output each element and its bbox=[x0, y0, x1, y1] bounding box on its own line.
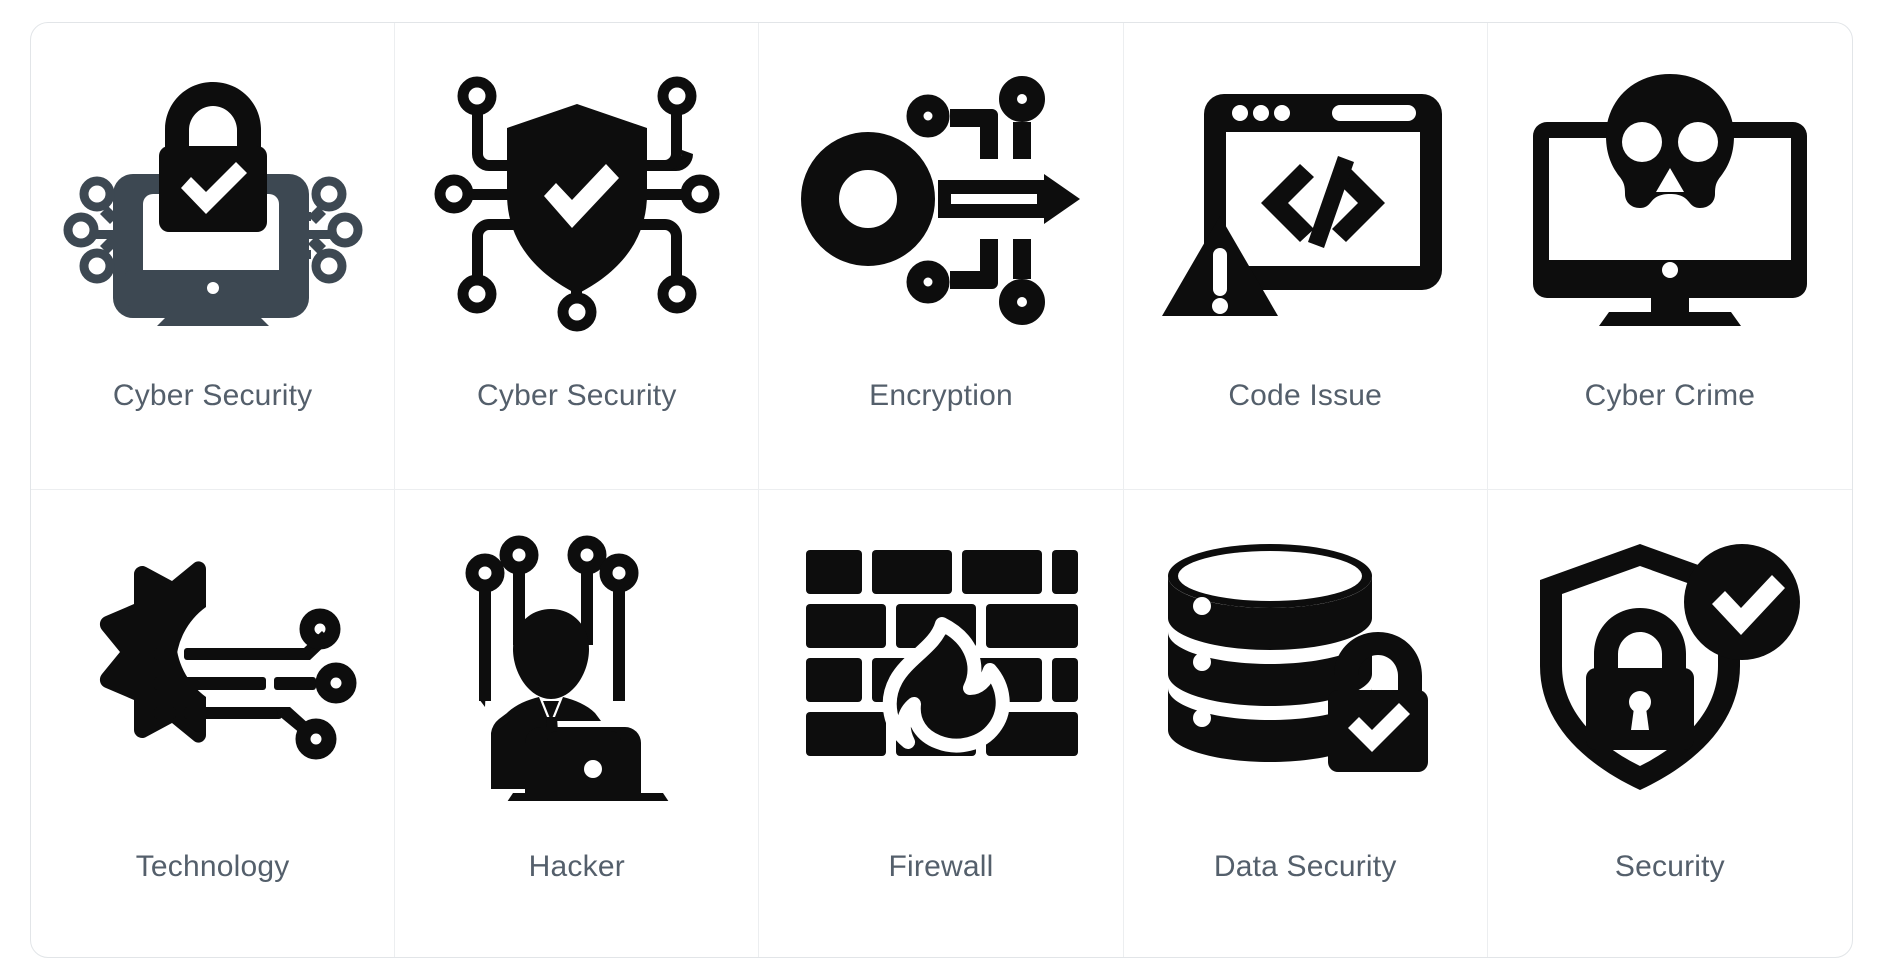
icon-label: Code Issue bbox=[1228, 379, 1383, 412]
icon-cell-cyber-security-shield-nodes[interactable]: Cyber Security bbox=[395, 23, 760, 490]
icon-label: Cyber Crime bbox=[1584, 379, 1756, 412]
icon-cell-code-issue[interactable]: Code Issue bbox=[1123, 23, 1488, 490]
icon-cell-data-security[interactable]: Data Security bbox=[1124, 490, 1488, 957]
data-security-icon bbox=[1124, 490, 1487, 842]
hacker-icon bbox=[395, 490, 758, 842]
icon-label: Firewall bbox=[888, 850, 994, 883]
cyber-crime-icon bbox=[1488, 23, 1852, 375]
icon-label: Cyber Security bbox=[477, 379, 677, 412]
icon-label: Technology bbox=[135, 850, 290, 883]
icon-cell-encryption[interactable]: Encryption bbox=[759, 23, 1124, 490]
icon-label: Cyber Security bbox=[112, 379, 313, 412]
icon-label: Hacker bbox=[528, 850, 625, 883]
security-icon bbox=[1488, 490, 1852, 842]
icon-cell-firewall[interactable]: Firewall bbox=[759, 490, 1124, 957]
icon-cell-security[interactable]: Security bbox=[1488, 490, 1852, 957]
firewall-icon bbox=[759, 490, 1122, 842]
encryption-icon bbox=[759, 23, 1122, 375]
icon-label: Security bbox=[1614, 850, 1725, 883]
icon-cell-cyber-crime[interactable]: Cyber Crime bbox=[1487, 23, 1852, 490]
icon-cell-hacker[interactable]: Hacker bbox=[395, 490, 760, 957]
icon-label: Data Security bbox=[1213, 850, 1397, 883]
icon-label: Encryption bbox=[869, 379, 1013, 412]
cyber-security-shield-nodes-icon bbox=[395, 23, 758, 375]
icon-cell-technology[interactable]: Technology bbox=[31, 490, 396, 957]
technology-icon bbox=[31, 490, 394, 842]
code-issue-icon bbox=[1124, 23, 1487, 375]
icon-grid: Cyber Security Cyber Security Encryption… bbox=[30, 22, 1853, 958]
icon-cell-cyber-security-monitor-lock[interactable]: Cyber Security bbox=[31, 23, 396, 490]
cyber-security-monitor-lock-icon bbox=[31, 23, 394, 375]
